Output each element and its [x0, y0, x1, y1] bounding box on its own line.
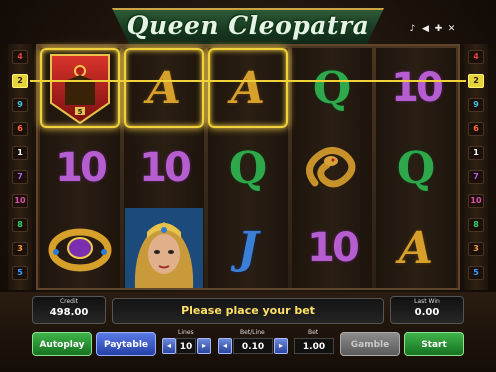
bet-per-line-value: 0.10	[233, 338, 273, 354]
speaker-icon[interactable]: ◀	[421, 25, 430, 34]
right-line-number-10[interactable]: 10	[468, 194, 484, 208]
cleopatra-icon	[125, 208, 203, 288]
left-line-number-1[interactable]: 1	[12, 146, 28, 160]
last-win-label: Last Win	[414, 298, 440, 305]
winning-symbol-highlight	[124, 48, 204, 128]
left-line-numbers: 4 2 9 6 1 7 10 8 3 5	[8, 44, 32, 290]
slot-game-screen: Queen Cleopatra ♪ ◀ ✚ ✕ 4 2 9 6 1 7 10 8 3 5 4 2 9 6…	[0, 0, 496, 372]
autoplay-button[interactable]: Autoplay	[32, 332, 92, 356]
symbol-ten: 10	[391, 65, 444, 111]
winning-symbol-highlight	[208, 48, 288, 128]
symbol-queen: Q	[228, 142, 268, 194]
right-line-numbers: 4 2 9 6 1 7 10 8 3 5	[464, 44, 488, 290]
reel-5: 10 Q A	[376, 48, 456, 288]
left-line-number-6[interactable]: 6	[12, 122, 28, 136]
credit-value: 498.00	[49, 307, 89, 318]
game-title: Queen Cleopatra	[126, 11, 370, 40]
left-line-number-10[interactable]: 10	[12, 194, 28, 208]
reel-4: Q 10	[292, 48, 372, 288]
symbol-ten: 10	[139, 145, 192, 191]
symbol-ten: 10	[55, 145, 108, 191]
symbol-snake	[292, 128, 372, 208]
close-icon[interactable]: ✕	[447, 25, 456, 34]
right-line-number-4[interactable]: 4	[468, 50, 484, 64]
symbol-ring	[40, 208, 120, 288]
gamble-button[interactable]: Gamble	[340, 332, 400, 356]
symbol-queen: Q	[312, 62, 352, 114]
settings-icon[interactable]: ✚	[434, 25, 443, 34]
start-button[interactable]: Start	[404, 332, 464, 356]
left-line-number-5[interactable]: 5	[12, 266, 28, 280]
right-line-number-3[interactable]: 3	[468, 242, 484, 256]
music-note-icon[interactable]: ♪	[408, 25, 417, 34]
last-win-display: Last Win 0.00	[390, 296, 464, 324]
left-line-number-4[interactable]: 4	[12, 50, 28, 64]
paytable-button[interactable]: Paytable	[96, 332, 156, 356]
symbol-ten: 10	[307, 225, 360, 271]
right-line-number-2[interactable]: 2	[468, 74, 484, 88]
left-line-number-7[interactable]: 7	[12, 170, 28, 184]
right-line-number-5[interactable]: 5	[468, 266, 484, 280]
right-line-number-1[interactable]: 1	[468, 146, 484, 160]
left-line-number-9[interactable]: 9	[12, 98, 28, 112]
snake-icon	[306, 147, 356, 188]
credit-label: Credit	[59, 298, 79, 305]
status-message: Please place your bet	[112, 298, 384, 324]
credit-display: Credit 498.00	[32, 296, 106, 324]
symbol-ace: A	[398, 222, 434, 274]
winning-symbol-highlight	[40, 48, 120, 128]
ring-icon	[48, 228, 112, 272]
lines-increase-button[interactable]: ▸	[197, 338, 211, 354]
lines-decrease-button[interactable]: ◂	[162, 338, 176, 354]
lines-value: 10	[176, 338, 196, 354]
last-win-value: 0.00	[414, 307, 440, 318]
bet-line-decrease-button[interactable]: ◂	[218, 338, 232, 354]
active-payline	[30, 80, 466, 82]
control-panel: Credit 498.00 Please place your bet Last…	[0, 292, 496, 372]
left-line-number-2[interactable]: 2	[12, 74, 28, 88]
symbol-queen: Q	[396, 142, 436, 194]
bet-label: Bet	[308, 329, 319, 336]
left-line-number-3[interactable]: 3	[12, 242, 28, 256]
right-line-number-6[interactable]: 6	[468, 122, 484, 136]
lines-label: Lines	[178, 329, 194, 336]
system-icons: ♪ ◀ ✚ ✕	[408, 25, 456, 34]
bet-line-increase-button[interactable]: ▸	[274, 338, 288, 354]
bet-per-line-label: Bet/Line	[240, 329, 265, 336]
symbol-cleopatra	[124, 208, 204, 288]
symbol-jack: J	[237, 222, 259, 274]
left-line-number-8[interactable]: 8	[12, 218, 28, 232]
bet-value: 1.00	[294, 338, 334, 354]
right-line-number-8[interactable]: 8	[468, 218, 484, 232]
right-line-number-7[interactable]: 7	[468, 170, 484, 184]
right-line-number-9[interactable]: 9	[468, 98, 484, 112]
